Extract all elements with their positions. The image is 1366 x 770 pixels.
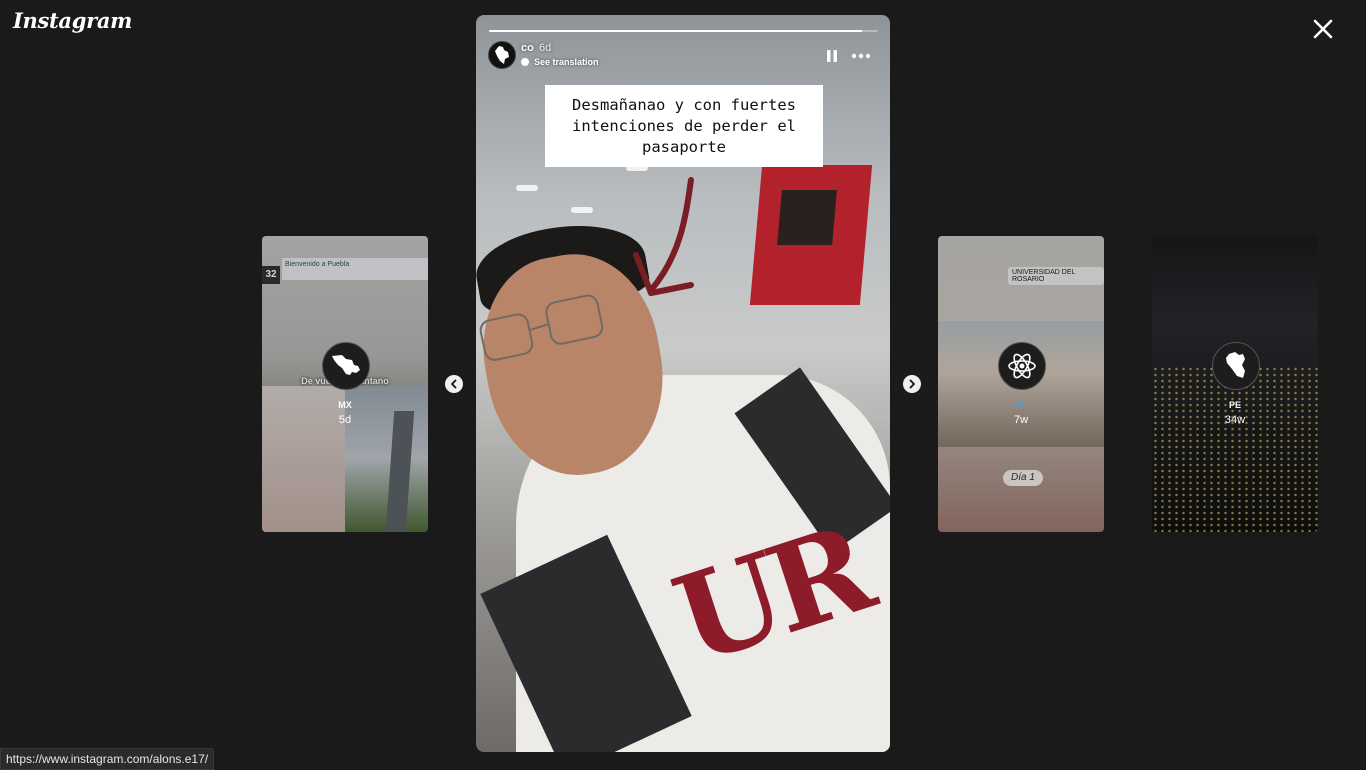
avatar[interactable] <box>488 41 516 69</box>
ad-panel <box>749 165 873 305</box>
preview-name <box>938 400 1104 412</box>
atom-icon <box>1008 353 1036 379</box>
mexico-map-icon <box>332 355 360 375</box>
next-story-button[interactable] <box>903 375 921 393</box>
colombia-map-icon <box>495 46 509 64</box>
translate-icon <box>521 58 529 66</box>
preview-name: MX <box>338 400 352 410</box>
more-icon[interactable] <box>850 49 872 63</box>
ceiling-light <box>571 207 593 213</box>
avatar <box>998 342 1046 390</box>
preview-time: 7w <box>1013 414 1029 426</box>
story-progress-bar <box>489 30 878 32</box>
story-preview-2[interactable]: UNIVERSIDAD DEL ROSARIO Día 1 7w <box>938 236 1104 532</box>
preview-time: 34w <box>1224 414 1246 426</box>
story-header: co 6d See translation <box>488 41 878 73</box>
ceiling-light <box>516 185 538 191</box>
drawn-arrow <box>633 177 694 296</box>
preview-name: PE <box>1228 400 1241 410</box>
chevron-right-icon <box>909 379 915 389</box>
story-progress-fill <box>489 30 863 32</box>
main-story[interactable]: UR co 6d See translation Desmañanao y co… <box>476 15 890 752</box>
status-bar-url: https://www.instagram.com/alons.e17/ <box>0 748 215 770</box>
see-translation-link[interactable]: See translation <box>521 57 599 67</box>
see-translation-label: See translation <box>534 57 599 67</box>
close-icon[interactable] <box>1309 15 1337 43</box>
story-caption: Desmañanao y con fuertes intenciones de … <box>545 85 823 167</box>
avatar <box>1212 342 1260 390</box>
story-username[interactable]: co <box>521 42 534 54</box>
scrollbar[interactable] <box>1350 0 1366 768</box>
story-preview-mx[interactable]: Bienvenido a Puebla 32 De vuelta al pant… <box>262 236 428 532</box>
previous-story-button[interactable] <box>445 375 463 393</box>
preview-time: 5d <box>338 414 352 426</box>
pause-icon[interactable] <box>825 49 839 63</box>
story-preview-pe[interactable]: PE 34w <box>1152 236 1318 532</box>
avatar <box>322 342 370 390</box>
chevron-left-icon <box>451 379 457 389</box>
instagram-logo[interactable]: Instagram <box>13 8 132 33</box>
peru-map-icon <box>1226 352 1245 378</box>
story-time: 6d <box>539 42 552 54</box>
dolphin-icon <box>1016 402 1026 408</box>
